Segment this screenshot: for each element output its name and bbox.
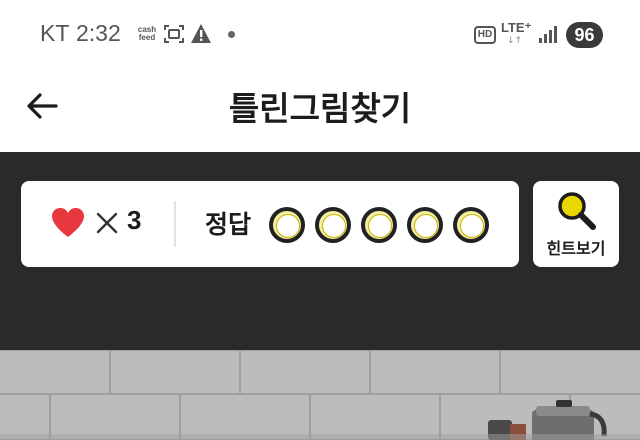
page-title: 틀린그림찾기 <box>228 89 412 128</box>
kitchen-tile-wall-image <box>0 350 640 440</box>
answer-slot-2 <box>315 207 351 243</box>
hint-label: 힌트보기 <box>546 239 606 258</box>
times-icon <box>96 212 118 234</box>
lives-count: 3 <box>127 205 142 235</box>
carrier-label: KT <box>40 20 70 46</box>
app-header: 틀린그림찾기 <box>0 64 640 152</box>
hd-icon: HD <box>474 26 496 44</box>
heart-icon <box>52 208 84 237</box>
notification-dot-icon <box>228 31 235 38</box>
warning-icon <box>191 24 211 43</box>
status-bar: KT 2:32 cash feed HD LTE⁺ ↓↑ 96 <box>0 0 640 64</box>
data-activity-icon: ↓↑ <box>507 36 523 46</box>
answer-slot-4 <box>407 207 443 243</box>
screenshot-icon <box>164 25 184 43</box>
puzzle-image[interactable] <box>0 350 640 440</box>
signal-icon <box>539 26 557 43</box>
clock: 2:32 <box>76 20 121 46</box>
network-type: LTE⁺ <box>501 20 532 35</box>
magnifier-icon <box>558 192 596 230</box>
answer-slot-5 <box>453 207 489 243</box>
answer-slot-3 <box>361 207 397 243</box>
hint-button[interactable]: 힌트보기 <box>533 181 619 267</box>
cashfeed-icon: cash feed <box>134 26 160 42</box>
battery-icon: 96 <box>566 22 603 48</box>
divider <box>174 201 176 247</box>
game-status-panel: 3 정답 힌트보기 <box>0 152 640 350</box>
answer-slots <box>269 207 489 243</box>
answer-label: 정답 <box>205 210 252 239</box>
status-card: 3 정답 <box>21 181 519 267</box>
answer-slot-1 <box>269 207 305 243</box>
cashfeed-line2: feed <box>138 33 156 42</box>
